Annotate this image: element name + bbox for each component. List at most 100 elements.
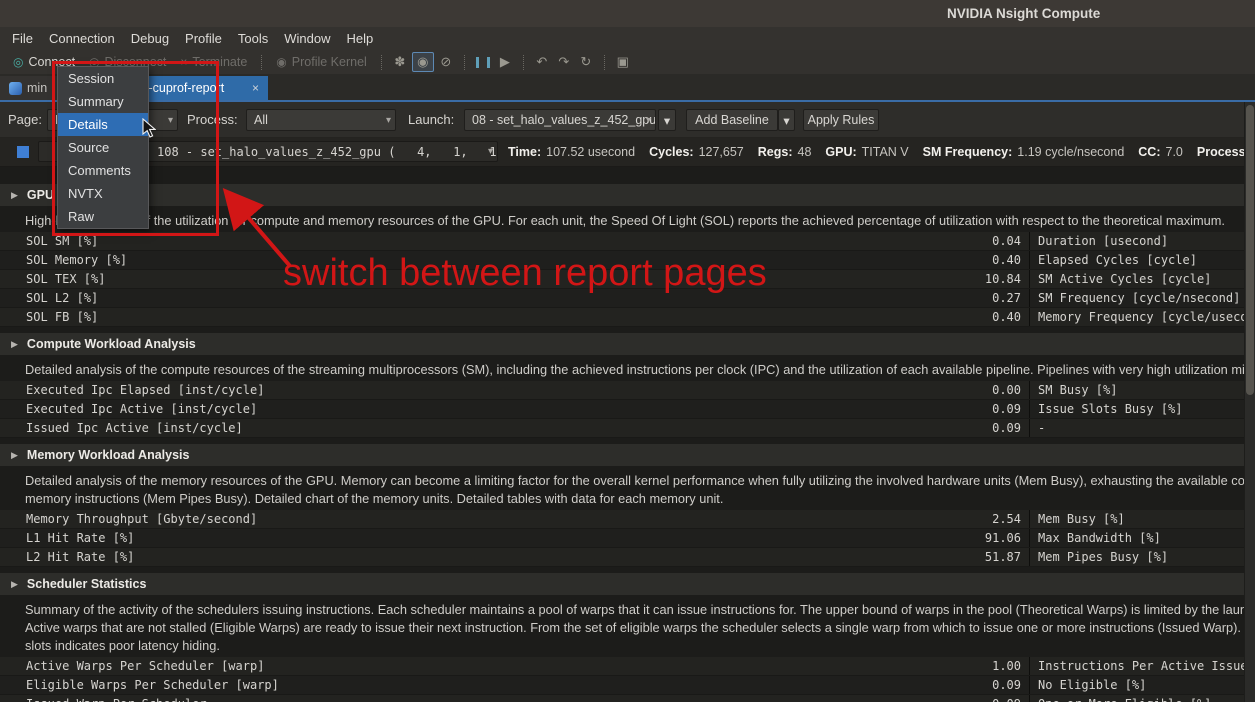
terminate-label: Terminate [192,55,247,69]
metric-name: SOL TEX [%] [26,270,105,288]
metric-name-2: Issue Slots Busy [%] [1030,400,1255,418]
step-icon[interactable]: ▶ [495,53,515,71]
section-description: Detailed analysis of the compute resourc… [0,355,1255,381]
metric-name: SOL SM [%] [26,232,98,250]
page-menu-item-comments[interactable]: Comments [58,159,148,182]
metrics-table-memory: Memory Throughput [Gbyte/second]2.54 Mem… [0,510,1255,567]
toolbar-separator [381,55,382,70]
menu-connection[interactable]: Connection [41,27,123,50]
page-menu-item-session[interactable]: Session [58,67,148,90]
refresh-icon[interactable]: ↻ [576,53,596,71]
auto-profile-icon[interactable]: ◉ [412,52,434,72]
metric-row: SOL FB [%]0.40 Memory Frequency [cycle/u… [0,308,1255,327]
stat-value: 1.19 cycle/nsecond [1017,145,1124,159]
metric-row: Eligible Warps Per Scheduler [warp]0.09 … [0,676,1255,695]
page-menu-item-source[interactable]: Source [58,136,148,159]
report-tab-2-label: t-cuprof-report [145,81,224,95]
chevron-down-icon: ▾ [488,146,493,157]
apply-rules-label: Apply Rules [808,113,875,127]
expand-triangle-icon[interactable]: ▶ [11,579,18,590]
stat-value: 7.0 [1166,145,1183,159]
toolbar: ◎ Connect ◎ Disconnect × Terminate ◉ Pro… [0,50,1255,75]
expand-triangle-icon[interactable]: ▶ [11,190,18,201]
nsight-compute-window: NVIDIA Nsight Compute File Connection De… [0,0,1255,702]
metric-value: 0.09 [992,400,1021,418]
metric-value: 1.00 [992,657,1021,675]
menu-help[interactable]: Help [339,27,382,50]
report-tab-1-label: min [27,81,47,95]
metric-value: 0.09 [992,419,1021,437]
disable-profiling-icon[interactable]: ⊘ [436,53,456,71]
menu-file[interactable]: File [4,27,41,50]
metric-row: SOL SM [%]0.04 Duration [usecond] [0,232,1255,251]
section-title: Compute Workload Analysis [27,337,196,351]
section-header-memory-workload[interactable]: ▶ Memory Workload Analysis [0,444,1255,466]
process-label: Process: [187,102,238,137]
report-controls: Page: Details ▾ Process: All ▾ Launch: 0… [0,102,1255,138]
page-menu-item-summary[interactable]: Summary [58,90,148,113]
metric-row: Issued Warp Per Scheduler0.09 One or Mor… [0,695,1255,702]
metric-value: 91.06 [985,529,1021,547]
profile-kernel-label: Profile Kernel [292,55,367,69]
tab-close-icon[interactable]: × [252,82,259,94]
add-baseline-button[interactable]: Add Baseline [686,109,778,131]
metric-name: L1 Hit Rate [%] [26,529,134,547]
metric-name-2: Mem Busy [%] [1030,510,1255,528]
chevron-down-icon: ▾ [168,115,173,126]
process-select-value: All [254,113,268,127]
menu-window[interactable]: Window [276,27,338,50]
metric-name: L2 Hit Rate [%] [26,548,134,566]
metric-name: SOL FB [%] [26,308,98,326]
stat-label: SM Frequency: [923,145,1013,159]
metric-name: Executed Ipc Elapsed [inst/cycle] [26,381,264,399]
chevron-down-icon: ▾ [783,113,789,128]
step-back-icon[interactable]: ↶ [532,53,552,71]
launch-history-button[interactable]: ▾ [658,109,676,131]
launch-select[interactable]: 08 - set_halo_values_z_452_gpu ▾ [464,109,656,131]
profile-series-icon[interactable]: ✽ [390,53,410,71]
window-layout-icon[interactable]: ▣ [613,53,633,71]
stat-value: 127,657 [699,145,744,159]
menu-profile[interactable]: Profile [177,27,230,50]
vertical-scrollbar[interactable] [1244,102,1255,702]
description-line: Detailed analysis of the memory resource… [25,472,1249,490]
window-title: NVIDIA Nsight Compute [947,0,1100,27]
expand-triangle-icon[interactable]: ▶ [11,450,18,461]
description-line: Detailed analysis of the compute resourc… [25,361,1249,379]
step-forward-icon[interactable]: ↷ [554,53,574,71]
section-header-gpu-speed-of-light[interactable]: ▶ GPU Speed Of Light [0,184,1255,206]
section-header-compute-workload[interactable]: ▶ Compute Workload Analysis [0,333,1255,355]
stat-label: Regs: [758,145,793,159]
metrics-table-compute: Executed Ipc Elapsed [inst/cycle]0.00 SM… [0,381,1255,438]
metric-row: Active Warps Per Scheduler [warp]1.00 In… [0,657,1255,676]
metric-value: 0.40 [992,251,1021,269]
menu-tools[interactable]: Tools [230,27,276,50]
metric-name: Executed Ipc Active [inst/cycle] [26,400,257,418]
profile-kernel-button[interactable]: ◉ Profile Kernel [269,52,374,72]
stat-value: 48 [798,145,812,159]
apply-rules-button[interactable]: Apply Rules [803,109,879,131]
terminate-button[interactable]: × Terminate [173,52,254,72]
menu-debug[interactable]: Debug [123,27,177,50]
scrollbar-thumb[interactable] [1246,105,1254,395]
pause-icon[interactable] [473,53,493,71]
metric-name: Eligible Warps Per Scheduler [warp] [26,676,279,694]
expand-triangle-icon[interactable]: ▶ [11,339,18,350]
process-select[interactable]: All ▾ [246,109,396,131]
chevron-down-icon: ▾ [664,113,670,128]
metric-name-2: - [1030,419,1255,437]
report-content: ▶ GPU Speed Of Light High-level overview… [0,166,1255,702]
page-menu-item-details[interactable]: Details [58,113,148,136]
description-line: memory instructions (Mem Pipes Busy). De… [25,490,1249,508]
page-menu-item-nvtx[interactable]: NVTX [58,182,148,205]
stat-value: TITAN V [862,145,909,159]
tabbar: min t-cuprof-report × [0,74,1255,102]
metric-row: Executed Ipc Active [inst/cycle] 0.09 Iss… [0,400,1255,419]
add-baseline-menu-button[interactable]: ▾ [778,109,795,131]
launch-label: Launch: [408,102,454,137]
section-title: Memory Workload Analysis [27,448,190,462]
page-menu-item-raw[interactable]: Raw [58,205,148,228]
terminate-icon: × [180,55,187,69]
section-header-scheduler-statistics[interactable]: ▶ Scheduler Statistics [0,573,1255,595]
toolbar-separator [523,55,524,70]
